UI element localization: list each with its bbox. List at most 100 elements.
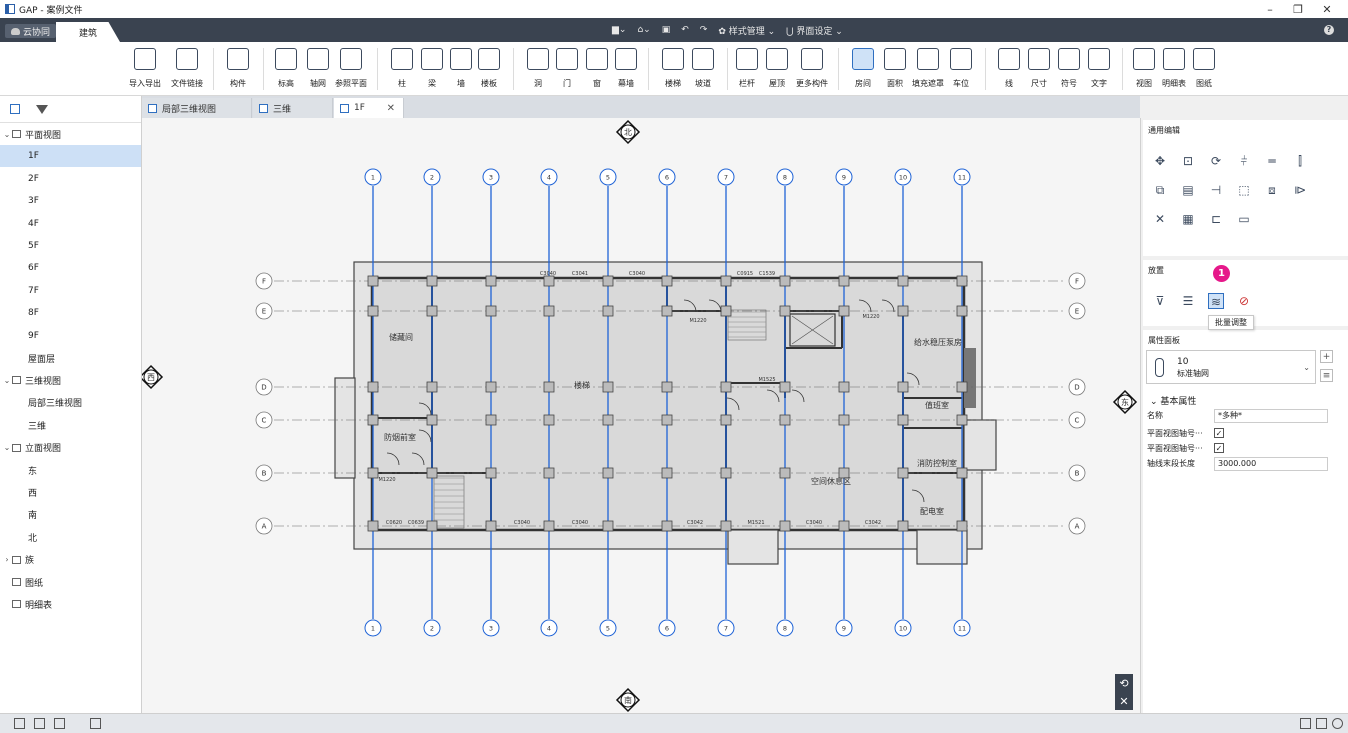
restore-button[interactable]: ❐ (1283, 0, 1313, 18)
chevron-down-icon[interactable]: ⌄ (2, 130, 12, 139)
ribbon-button-26[interactable]: 文字 (1084, 48, 1114, 89)
doc-tab[interactable]: 三维 (253, 98, 333, 118)
style-manage-menu[interactable]: ✿ 样式管理 ⌄ (718, 24, 775, 37)
array-icon[interactable]: ▤ (1180, 182, 1196, 198)
mirror-icon[interactable]: ⧐ (1292, 182, 1308, 198)
tree-item[interactable]: 南 (0, 504, 141, 526)
display-mode-icon[interactable] (1300, 718, 1311, 729)
ribbon-button-22[interactable]: 车位 (946, 48, 976, 89)
pin-icon[interactable]: ⊏ (1208, 211, 1224, 227)
ribbon-button-13[interactable]: 幕墙 (611, 48, 641, 89)
prop-name-input[interactable]: *多种* (1214, 409, 1328, 423)
add-type-button[interactable]: + (1320, 350, 1333, 363)
close-tab-icon[interactable]: ✕ (387, 103, 395, 114)
ribbon-button-23[interactable]: 线 (994, 48, 1024, 89)
minimize-button[interactable]: – (1255, 0, 1285, 18)
tree-item[interactable]: 明细表 (0, 593, 141, 615)
tree-item[interactable]: 9F (0, 325, 141, 347)
tree-item[interactable]: 1F (0, 145, 141, 168)
tree-item[interactable]: 北 (0, 526, 141, 548)
new-file-icon[interactable]: ▆⌄ (612, 25, 626, 35)
trim-icon[interactable]: ⊣ (1208, 182, 1224, 198)
ribbon-button-10[interactable]: 洞 (523, 48, 553, 89)
ribbon-button-8[interactable]: 墙 (446, 48, 476, 89)
edit-type-button[interactable]: ≡ (1320, 369, 1333, 382)
ribbon-button-2[interactable]: 构件 (223, 48, 253, 89)
tree-item[interactable]: 东 (0, 459, 141, 481)
ribbon-button-28[interactable]: 明细表 (1159, 48, 1189, 89)
tree-item[interactable]: ⌄ 立面视图 (0, 437, 141, 459)
undo-icon[interactable]: ↶ (681, 25, 689, 35)
tab-cloud-collab[interactable]: 云协同 (5, 24, 57, 38)
ribbon-button-20[interactable]: 面积 (880, 48, 910, 89)
tree-item[interactable]: 4F (0, 213, 141, 235)
help-icon[interactable]: ? (1324, 25, 1334, 35)
tree-item[interactable]: ⌄ 三维视图 (0, 369, 141, 391)
floor-plan[interactable]: F FE ED DC CB BA A11223344556677889910101111储藏… (138, 118, 1140, 713)
cascade-view-icon[interactable] (54, 718, 65, 729)
ribbon-button-27[interactable]: 视图 (1129, 48, 1159, 89)
page-icon[interactable] (1316, 718, 1327, 729)
drawing-canvas[interactable]: F F E E D D C C B B A A 1 1 2 2 3 3 4 4 5 5 6 6 7 7 8 8 9 9 10 10 11 11 储藏… (138, 118, 1140, 713)
ribbon-button-6[interactable]: 柱 (387, 48, 417, 89)
copy-icon[interactable]: ⊡ (1180, 153, 1196, 169)
tree-item[interactable]: 8F (0, 302, 141, 324)
ribbon-button-12[interactable]: 窗 (582, 48, 612, 89)
extend-icon[interactable]: ⬚ (1236, 182, 1252, 198)
ribbon-button-11[interactable]: 门 (552, 48, 582, 89)
reset-view-icon[interactable]: ⟲ (1119, 677, 1128, 690)
ribbon-button-5[interactable]: 参照平面 (335, 48, 367, 89)
close-button[interactable]: ✕ (1312, 0, 1342, 18)
chevron-down-icon[interactable]: ⌄ (2, 443, 12, 452)
open-file-icon[interactable]: ⌂⌄ (637, 25, 650, 35)
view-controls[interactable]: ⟲ ✕ (1115, 674, 1133, 710)
ribbon-button-25[interactable]: 符号 (1054, 48, 1084, 89)
tree-item[interactable]: 6F (0, 257, 141, 279)
prop-tail-length-input[interactable]: 3000.000 (1214, 457, 1328, 471)
ribbon-button-29[interactable]: 图纸 (1189, 48, 1219, 89)
tree-item[interactable]: 图纸 (0, 571, 141, 593)
ribbon-button-9[interactable]: 楼板 (474, 48, 504, 89)
filter-icon[interactable] (36, 104, 48, 114)
doc-tab[interactable]: 1F ✕ (334, 98, 404, 118)
ribbon-button-1[interactable]: 文件链接 (171, 48, 203, 89)
tree-item[interactable]: 3F (0, 190, 141, 212)
table-view-icon[interactable] (90, 718, 101, 729)
basic-props-header[interactable]: ⌄ 基本属性 (1150, 394, 1196, 407)
layers-icon[interactable] (10, 104, 20, 114)
batch-adjust-icon[interactable]: ≋ (1208, 293, 1224, 309)
ribbon-button-19[interactable]: 房间 (848, 48, 878, 89)
ribbon-button-21[interactable]: 填充遮罩 (912, 48, 944, 89)
settings-gear-icon[interactable] (1332, 718, 1343, 729)
list-edit-icon[interactable]: ☰ (1180, 293, 1196, 309)
tree-item[interactable]: 局部三维视图 (0, 392, 141, 414)
tree-item[interactable]: 三维 (0, 414, 141, 436)
ribbon-button-4[interactable]: 轴网 (303, 48, 333, 89)
tree-item[interactable]: 屋面层 (0, 347, 141, 369)
ribbon-button-15[interactable]: 坡道 (688, 48, 718, 89)
split-icon[interactable]: ⫿ (1292, 153, 1308, 169)
ribbon-button-17[interactable]: 屋顶 (762, 48, 792, 89)
chevron-down-icon[interactable]: ⌄ (2, 376, 12, 385)
delete-icon[interactable]: ✕ (1152, 211, 1168, 227)
type-selector[interactable]: 10 标准轴网 ⌄ (1146, 350, 1316, 384)
tree-item[interactable]: 西 (0, 481, 141, 503)
prop-axis-start-checkbox[interactable]: ✓ (1214, 428, 1224, 438)
chevron-right-icon[interactable]: › (2, 555, 12, 564)
doc-tab[interactable]: 局部三维视图 (142, 98, 252, 118)
align-icon[interactable]: ⫩ (1236, 153, 1252, 169)
prop-axis-end-checkbox[interactable]: ✓ (1214, 443, 1224, 453)
move-icon[interactable]: ✥ (1152, 153, 1168, 169)
redo-icon[interactable]: ↷ (700, 25, 708, 35)
tab-architecture[interactable]: 建筑 (56, 22, 120, 42)
ribbon-button-3[interactable]: 标高 (271, 48, 301, 89)
tree-item[interactable]: ⌄ 平面视图 (0, 123, 141, 145)
save-icon[interactable]: ▣ (662, 25, 671, 35)
ribbon-button-0[interactable]: 导入导出 (129, 48, 161, 89)
ui-settings-menu[interactable]: ⋃ 界面设定 ⌄ (786, 24, 843, 37)
tile-view-icon[interactable] (34, 718, 45, 729)
wall-join-icon[interactable]: ▦ (1180, 211, 1196, 227)
ribbon-button-14[interactable]: 楼梯 (658, 48, 688, 89)
grid-view-icon[interactable] (14, 718, 25, 729)
measure-icon[interactable]: ▭ (1236, 211, 1252, 227)
